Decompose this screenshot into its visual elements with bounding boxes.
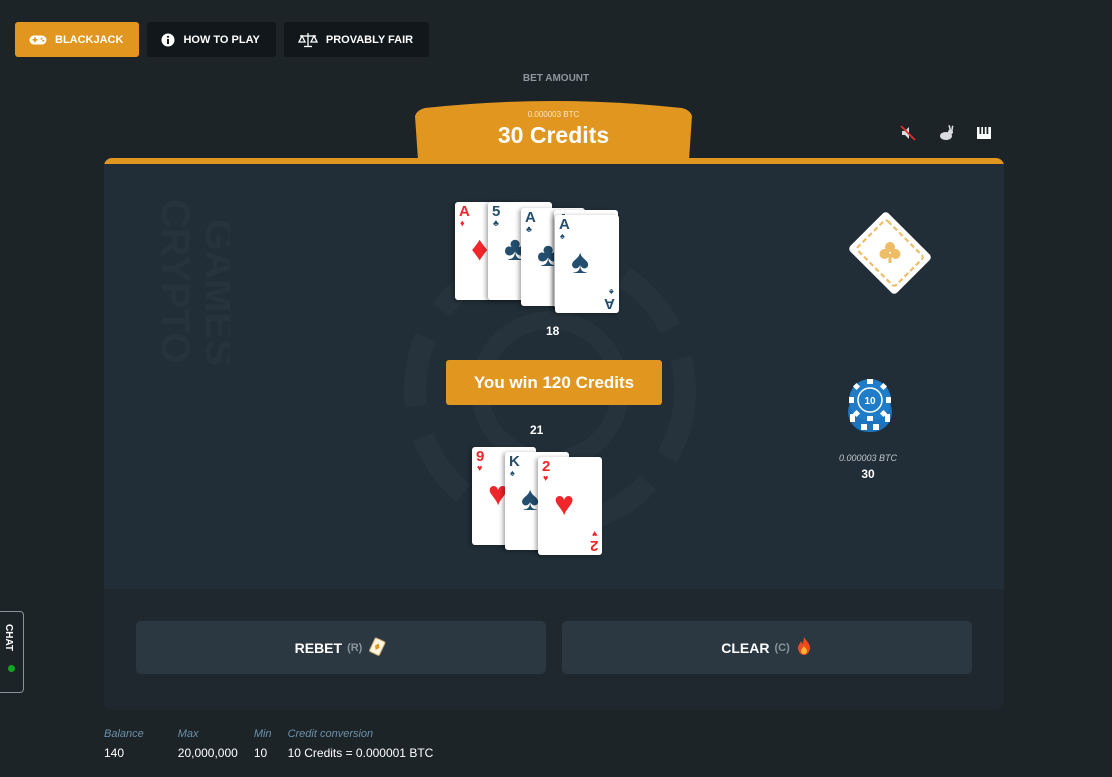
scales-icon [297,32,318,48]
min-label: Min [253,728,272,740]
game-nav: BLACKJACK HOW TO PLAY PROVABLY FAIR [15,22,430,57]
info-icon [161,33,175,47]
min-info: Min 10 [254,728,272,761]
tab-how-to-play-label: HOW TO PLAY [183,33,260,46]
tab-provably-fair[interactable]: PROVABLY FAIR [283,22,430,57]
max-info: Max 20,000,000 [178,728,238,761]
clear-label: CLEAR [721,639,770,656]
card-deck-icon [849,212,931,294]
result-banner: You win 120 Credits [446,360,662,405]
sound-off-icon[interactable] [899,124,917,142]
clear-shortcut: (C) [774,641,790,654]
game-table: CRYPTO GAMES A ♦ ♦ 5 ♣ ♣ A ♣ ♣ A ♠ ♠ A ♠… [104,158,1004,710]
rabbit-speed-icon[interactable] [937,124,955,142]
chat-tab[interactable]: CHAT [0,611,24,693]
bet-btc-value: 0.000003 BTC [527,110,580,119]
tab-provably-fair-label: PROVABLY FAIR [325,33,414,46]
table-felt: CRYPTO GAMES A ♦ ♦ 5 ♣ ♣ A ♣ ♣ A ♠ ♠ A ♠… [104,164,1004,589]
svg-text:GAMES: GAMES [197,219,230,366]
clear-button[interactable]: CLEAR (C) [562,621,972,674]
rebet-label: REBET [294,639,343,656]
conversion-info: Credit conversion 10 Credits = 0.000001 … [288,728,434,761]
chip-amount: 30 [861,467,875,481]
limits-footer: Balance 140 Max 20,000,000 Min 10 Credit… [104,728,449,761]
chip-btc-value: 0.000003 BTC [838,453,898,463]
fire-icon [795,636,813,659]
action-bar: REBET (R) CLEAR (C) [104,589,1004,710]
max-value: 20,000,000 [177,746,238,760]
conversion-value: 10 Credits = 0.000001 BTC [287,746,434,760]
conversion-label: Credit conversion [287,728,374,740]
chat-label: CHAT [3,624,14,652]
rebet-shortcut: (R) [347,641,363,654]
gamepad-icon [29,34,47,46]
settings-icons [899,124,993,142]
tab-how-to-play[interactable]: HOW TO PLAY [147,22,276,57]
bet-amount-display[interactable]: 0.000003 BTC 30 Credits [411,100,696,160]
rebet-button[interactable]: REBET (R) [136,621,546,674]
balance-info: Balance 140 [104,728,144,761]
bet-amount-label: BET AMOUNT [522,73,590,84]
max-label: Max [177,728,199,740]
svg-text:10: 10 [864,396,876,407]
tab-blackjack-label: BLACKJACK [55,33,124,46]
player-card: 2 ♥ ♥ 2 ♥ [538,457,602,555]
card-icon [367,636,387,659]
tab-blackjack[interactable]: BLACKJACK [15,22,140,57]
player-total: 21 [530,423,544,437]
balance-label: Balance [104,728,144,740]
dealer-total: 18 [546,324,560,338]
min-value: 10 [253,746,268,760]
chat-status-dot [8,665,15,672]
crypto-games-watermark: CRYPTO GAMES [153,199,230,366]
svg-text:CRYPTO: CRYPTO [153,199,197,363]
chip-stack-icon: 10 [848,379,892,432]
bet-credits-value: 30 Credits [497,122,610,148]
balance-value: 140 [104,746,125,760]
piano-icon[interactable] [975,124,993,142]
dealer-card: A ♠ ♠ A ♠ [555,215,619,313]
